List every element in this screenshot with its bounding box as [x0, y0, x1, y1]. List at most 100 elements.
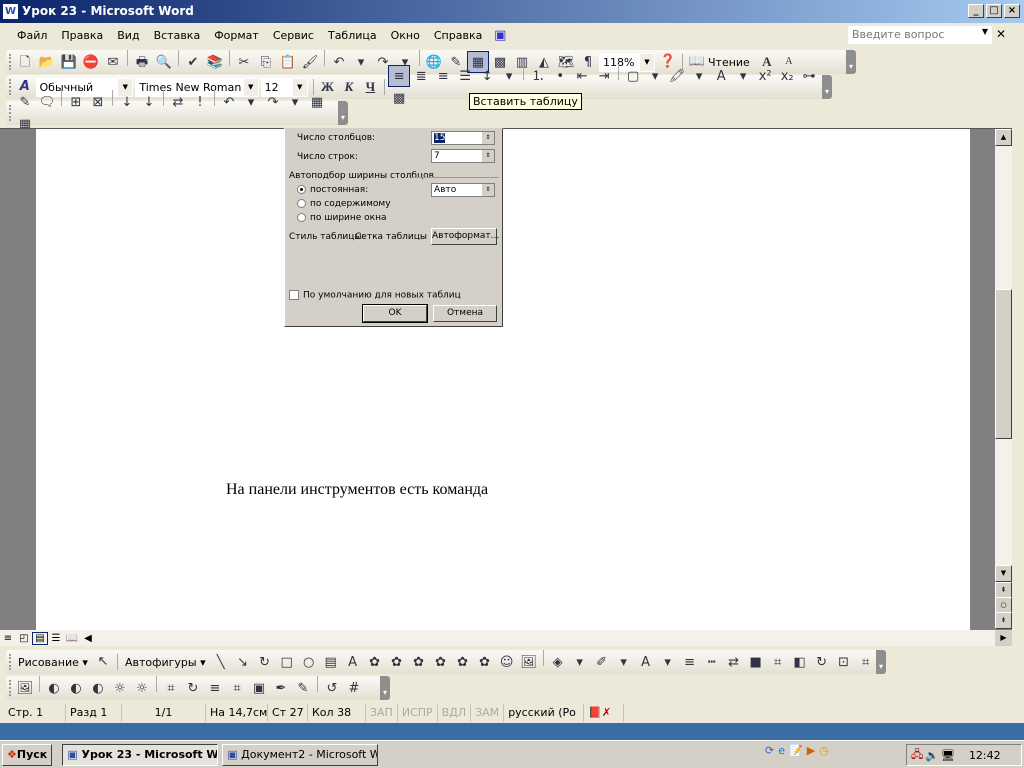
- status-rec[interactable]: ЗАП: [366, 704, 398, 722]
- excel-icon[interactable]: ▩: [388, 88, 410, 110]
- highlight-icon[interactable]: 🖍: [666, 66, 688, 88]
- line-color-icon[interactable]: ✐: [591, 652, 613, 674]
- align-left-icon[interactable]: ≡: [388, 65, 411, 87]
- columns-spinner[interactable]: 15 ⇕: [431, 131, 495, 145]
- numbering-icon[interactable]: ⒈: [527, 66, 549, 88]
- insert-row-icon[interactable]: ⊞: [65, 92, 87, 114]
- dropdown-icon[interactable]: ▾: [569, 652, 591, 674]
- dropdown-icon[interactable]: ▾: [498, 66, 520, 88]
- rows-spinner[interactable]: 7 ⇕: [431, 149, 495, 163]
- dropdown-icon[interactable]: ▾: [240, 92, 262, 114]
- crop-icon[interactable]: ⌗: [160, 678, 182, 700]
- 3d-icon[interactable]: ◧: [789, 652, 811, 674]
- dropdown-icon[interactable]: ▾: [613, 652, 635, 674]
- redo-icon[interactable]: ↷: [262, 92, 284, 114]
- permission-icon[interactable]: ⛔: [80, 52, 102, 74]
- transparent-color-icon[interactable]: ✒: [270, 678, 292, 700]
- paste-icon[interactable]: 📋: [277, 52, 299, 74]
- scroll-up-icon[interactable]: ▲: [995, 129, 1012, 146]
- line-icon[interactable]: ╲: [210, 652, 232, 674]
- default-checkbox[interactable]: По умолчанию для новых таблиц: [289, 290, 461, 301]
- outline-icon[interactable]: ⊶: [798, 66, 820, 88]
- update-icon[interactable]: !: [189, 92, 211, 114]
- edit-icon[interactable]: ✎: [14, 92, 36, 114]
- document-text[interactable]: На панели инструментов есть команда: [226, 481, 488, 499]
- menu-view[interactable]: Вид: [110, 26, 146, 46]
- underline-button[interactable]: Ч: [360, 76, 382, 98]
- font-color-icon[interactable]: A: [635, 652, 657, 674]
- dropdown-icon[interactable]: ▾: [284, 92, 306, 114]
- spinner-arrows-icon[interactable]: ⇕: [482, 184, 494, 196]
- format-painter-icon[interactable]: 🖌: [299, 52, 321, 74]
- ok-button[interactable]: OK: [362, 304, 428, 323]
- decrease-indent-icon[interactable]: ⇤: [571, 66, 593, 88]
- toolbar-options-icon[interactable]: ▾: [380, 676, 390, 700]
- scroll-thumb[interactable]: [995, 289, 1012, 439]
- contrast-icon[interactable]: ◐: [65, 678, 87, 700]
- print-layout-icon[interactable]: ▤: [32, 631, 48, 645]
- cancel-button[interactable]: Отмена: [433, 305, 497, 322]
- diagram-icon[interactable]: ✿: [364, 652, 386, 674]
- sort-desc-icon[interactable]: ↓: [138, 92, 160, 114]
- crop-icon[interactable]: ⌗: [226, 678, 248, 700]
- menu-format[interactable]: Формат: [207, 26, 266, 46]
- status-ovr[interactable]: ЗАМ: [471, 704, 505, 722]
- drawing-menu-button[interactable]: Рисование ▾: [14, 656, 92, 669]
- subscript-icon[interactable]: x₂: [776, 66, 798, 88]
- bullets-icon[interactable]: •: [549, 66, 571, 88]
- menu-tools[interactable]: Сервис: [266, 26, 321, 46]
- increase-indent-icon[interactable]: ⇥: [593, 66, 615, 88]
- line-spacing-icon[interactable]: ↕: [476, 66, 498, 88]
- autofit-window-radio[interactable]: по ширине окна: [297, 213, 387, 223]
- next-page-icon[interactable]: ⇟: [995, 612, 1012, 629]
- status-ext[interactable]: ВДЛ: [438, 704, 472, 722]
- wordart-icon[interactable]: A: [342, 652, 364, 674]
- new-icon[interactable]: 🗋: [14, 52, 36, 74]
- scroll-down-icon[interactable]: ▼: [995, 565, 1012, 582]
- status-trk[interactable]: ИСПР: [398, 704, 438, 722]
- arrow-style-icon[interactable]: ⇄: [723, 652, 745, 674]
- toolbar-options-icon[interactable]: ▾: [876, 650, 886, 674]
- dropdown-icon[interactable]: ▾: [350, 52, 372, 74]
- close-button[interactable]: ×: [1004, 4, 1020, 18]
- dropdown-icon[interactable]: ▾: [732, 66, 754, 88]
- word-app-icon[interactable]: W: [3, 4, 18, 19]
- delete-row-icon[interactable]: ⊠: [87, 92, 109, 114]
- email-icon[interactable]: ✉: [102, 52, 124, 74]
- line-style-icon[interactable]: ≡: [679, 652, 701, 674]
- menu-window[interactable]: Окно: [384, 26, 427, 46]
- align-right-icon[interactable]: ≡: [432, 66, 454, 88]
- scroll-right-icon[interactable]: ▶: [995, 630, 1012, 646]
- help-dropdown-icon[interactable]: ▼: [982, 27, 988, 36]
- computer-icon[interactable]: 🖥: [941, 749, 955, 762]
- research-icon[interactable]: 📚: [204, 52, 226, 74]
- diagram-icon[interactable]: ✿: [474, 652, 496, 674]
- network-disconnected-icon[interactable]: 🖧: [911, 746, 923, 765]
- dropdown-icon[interactable]: ▾: [688, 66, 710, 88]
- rectangle-icon[interactable]: □: [276, 652, 298, 674]
- autofit-content-radio[interactable]: по содержимому: [297, 199, 391, 209]
- dropdown-icon[interactable]: ▾: [644, 66, 666, 88]
- menu-help[interactable]: Справка: [427, 26, 489, 46]
- merge-icon[interactable]: ⇄: [167, 92, 189, 114]
- picture-icon[interactable]: 🖼: [518, 652, 540, 674]
- text-wrap-icon[interactable]: ⊡: [833, 652, 855, 674]
- fill-color-icon[interactable]: ◈: [547, 652, 569, 674]
- undo-icon[interactable]: ↶: [328, 52, 350, 74]
- rotate-icon[interactable]: ↻: [182, 678, 204, 700]
- close-document-icon[interactable]: ✕: [996, 27, 1006, 41]
- clipart-icon[interactable]: ☺: [496, 652, 518, 674]
- vertical-scrollbar[interactable]: ▲ ▼ ⇞ ○ ⇟: [995, 129, 1012, 629]
- scroll-left-icon[interactable]: ◀: [80, 633, 96, 644]
- autoformat-icon[interactable]: ▦: [306, 92, 328, 114]
- save-icon[interactable]: 💾: [58, 52, 80, 74]
- borders-icon[interactable]: ▢: [622, 66, 644, 88]
- notepad-icon[interactable]: 📝: [789, 744, 803, 757]
- toolbar-options-icon[interactable]: ▾: [846, 50, 856, 74]
- media-player-icon[interactable]: ▶: [807, 744, 815, 757]
- rotate-icon[interactable]: ↻: [811, 652, 833, 674]
- grid-icon[interactable]: #: [343, 678, 365, 700]
- volume-icon[interactable]: 🔈: [925, 749, 939, 762]
- textbox-icon[interactable]: ▤: [320, 652, 342, 674]
- clock-app-icon[interactable]: ◷: [819, 744, 829, 757]
